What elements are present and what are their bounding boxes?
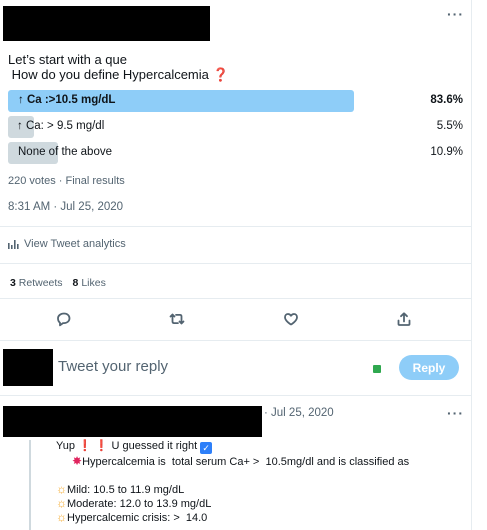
heart-icon <box>284 313 298 326</box>
analytics-icon <box>8 240 19 249</box>
reply-text: Yup <box>56 440 79 452</box>
reply-button[interactable]: Reply <box>399 355 459 380</box>
status-indicator-icon <box>373 365 381 373</box>
divider <box>0 226 471 227</box>
tweet-question: How do you define Hypercalcemia <box>8 67 209 82</box>
reply-date[interactable]: · Jul 25, 2020 <box>264 407 334 419</box>
reply-line-moderate: ☼Moderate: 12.0 to 13.9 mg/dL <box>56 496 211 511</box>
sun-icon: ☼ <box>56 482 67 496</box>
reply-text: Mild: 10.5 to 11.9 mg/dL <box>67 484 185 496</box>
reply-line-1: Yup ❗ ❗ U guessed it right ✓ <box>56 439 213 454</box>
retweet-action[interactable] <box>167 309 187 329</box>
likes-label: Likes <box>81 277 106 289</box>
poll-summary: 220 votes · Final results <box>8 175 125 187</box>
reply-text: Hypercalcemia is total serum Ca+ > 10.5m… <box>82 456 410 468</box>
redacted-author-header <box>3 6 210 41</box>
redacted-user-avatar <box>3 349 53 386</box>
sun-icon: ☼ <box>56 496 67 510</box>
poll-option-label: ↑ Ca: > 9.5 mg/dl <box>17 120 105 132</box>
checkmark-icon: ✓ <box>200 442 213 454</box>
reply-line-2: ✸Hypercalcemia is total serum Ca+ > 10.5… <box>72 454 409 469</box>
tweet-timestamp[interactable]: 8:31 AM · Jul 25, 2020 <box>8 201 123 213</box>
tweet-analytics-link[interactable]: View Tweet analytics <box>8 238 126 250</box>
tweet-line-1: Let’s start with a que <box>8 52 127 67</box>
reply-input[interactable]: Tweet your reply <box>58 358 168 375</box>
poll-option-percent: 5.5% <box>436 120 463 132</box>
reply-line-crisis: ☼Hypercalcemic crisis: > 14.0 <box>56 510 207 525</box>
timeline-border <box>471 0 472 530</box>
retweets-label: Retweets <box>18 277 63 289</box>
poll-option-percent: 10.9% <box>430 146 463 158</box>
analytics-label: View Tweet analytics <box>24 238 126 250</box>
reply-icon <box>57 312 71 327</box>
reply-text: Hypercalcemic crisis: > 14.0 <box>67 512 208 524</box>
poll-option-1: ↑ Ca :>10.5 mg/dL 83.6% <box>8 90 463 112</box>
likes-count: 8 <box>72 277 79 289</box>
share-icon <box>397 312 411 326</box>
retweets-stat[interactable]: 3 Retweets <box>10 277 63 289</box>
divider <box>0 263 471 264</box>
more-options-icon[interactable]: ··· <box>447 6 464 22</box>
poll-option-3: None of the above 10.9% <box>8 142 463 164</box>
reply-line-mild: ☼Mild: 10.5 to 11.9 mg/dL <box>56 482 184 497</box>
poll-option-label: None of the above <box>18 146 112 158</box>
exclamation-icon: ❗ ❗ <box>78 440 109 452</box>
question-mark-icon: ❓ <box>212 67 229 82</box>
reply-text: Moderate: 12.0 to 13.9 mg/dL <box>67 498 212 510</box>
like-action[interactable] <box>281 309 301 329</box>
divider <box>0 298 471 299</box>
thread-line <box>29 440 31 530</box>
divider <box>0 340 471 341</box>
retweets-count: 3 <box>10 277 16 289</box>
redacted-reply-author <box>3 406 262 437</box>
reply-more-options-icon[interactable]: ··· <box>447 405 464 421</box>
divider <box>0 395 471 396</box>
engagement-stats: 3 Retweets 8 Likes <box>10 277 106 289</box>
sun-icon: ☼ <box>56 510 67 524</box>
retweet-icon <box>169 313 185 325</box>
tweet-text: Let’s start with a que How do you define… <box>8 52 229 82</box>
share-action[interactable] <box>394 309 414 329</box>
poll-option-percent: 83.6% <box>430 94 463 106</box>
likes-stat[interactable]: 8 Likes <box>73 277 106 289</box>
reply-text: U guessed it right <box>108 440 201 452</box>
poll-option-2: ↑ Ca: > 9.5 mg/dl 5.5% <box>8 116 463 138</box>
anger-burst-icon: ✸ <box>72 454 83 468</box>
poll-option-label: ↑ Ca :>10.5 mg/dL <box>18 94 116 106</box>
reply-action[interactable] <box>54 309 74 329</box>
tweet-line-2: How do you define Hypercalcemia ❓ <box>8 67 229 82</box>
